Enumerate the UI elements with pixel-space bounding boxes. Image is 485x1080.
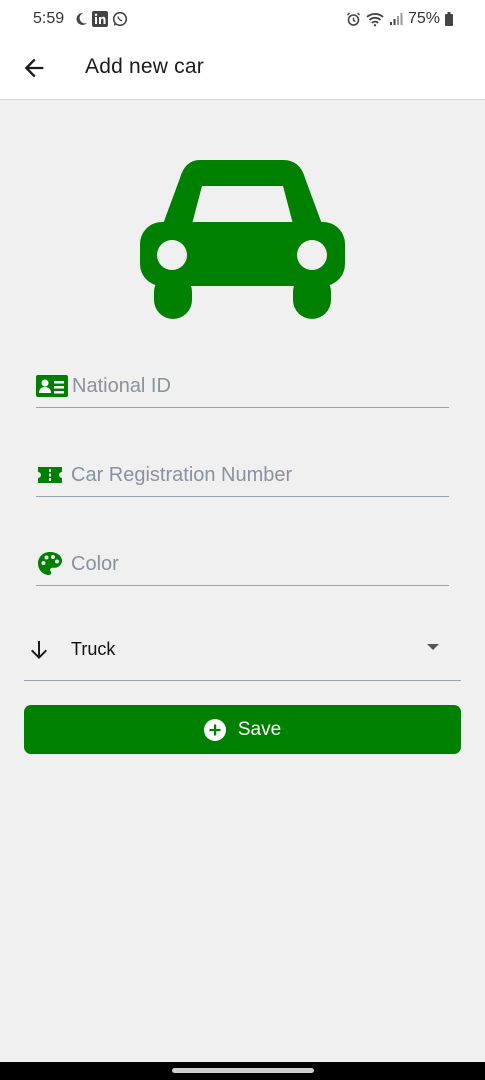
status-system-icons: 75% [346, 10, 453, 28]
add-circle-icon [203, 718, 226, 741]
save-button[interactable]: Save [24, 705, 461, 754]
registration-input[interactable] [69, 458, 443, 492]
app-bar: Add new car [0, 38, 485, 100]
home-gesture-handle[interactable] [172, 1068, 314, 1073]
status-bar: 5:59 75% [0, 0, 485, 38]
battery-icon [445, 12, 453, 26]
arrow-back-icon [24, 58, 44, 78]
status-notification-icons [74, 10, 128, 28]
ticket-icon [36, 462, 68, 488]
registration-field[interactable] [36, 452, 449, 497]
arrow-down-icon [27, 638, 51, 662]
color-field[interactable] [36, 541, 449, 586]
back-button[interactable] [20, 54, 48, 82]
status-time: 5:59 [33, 10, 65, 27]
national-id-field[interactable] [36, 363, 449, 408]
car-type-value: Truck [71, 639, 116, 659]
signal-icon [389, 13, 403, 25]
national-id-input[interactable] [70, 369, 444, 403]
color-input[interactable] [69, 547, 443, 581]
whatsapp-icon [112, 11, 128, 27]
navigation-bar [0, 1062, 485, 1080]
battery-percent: 75% [407, 10, 440, 27]
moon-icon [76, 12, 87, 25]
alarm-icon [346, 11, 360, 26]
linkedin-icon [92, 11, 108, 27]
car-hero [140, 158, 345, 320]
page-title: Add new car [85, 55, 204, 78]
palette-icon [36, 551, 68, 577]
id-card-icon [36, 373, 68, 399]
wifi-icon [366, 12, 384, 26]
save-button-label: Save [237, 718, 282, 740]
car-icon [140, 160, 345, 319]
dropdown-caret-icon [427, 644, 439, 650]
car-type-dropdown[interactable]: Truck [24, 626, 461, 681]
